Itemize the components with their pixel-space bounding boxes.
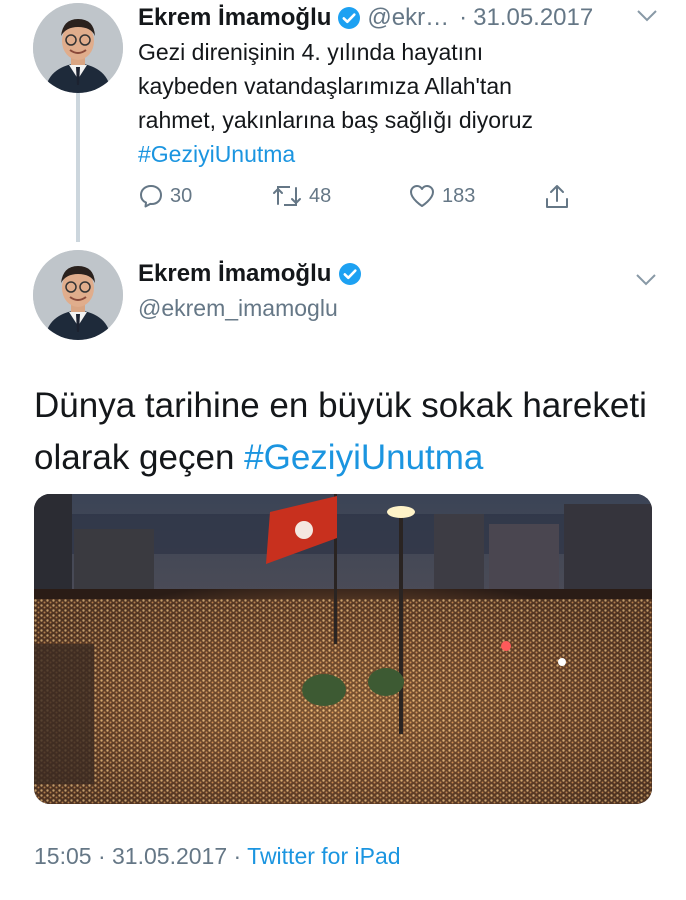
reply-count: 30 [170, 184, 193, 207]
tweet-text-line: Dünya tarihine en büyük sokak hareketi [34, 386, 647, 425]
like-count: 183 [442, 184, 476, 207]
hashtag-link[interactable]: #GeziyiUnutma [244, 438, 483, 477]
tweet-text-line: kaybeden vatandaşlarımıza Allah'tan [138, 73, 512, 99]
verified-badge-icon [337, 6, 361, 30]
verified-badge-icon [338, 262, 362, 286]
previous-tweet-text: Gezi direnişinin 4. yılında hayatını kay… [138, 35, 658, 171]
tweet-text-line: olarak geçen #GeziyiUnutma [34, 432, 664, 484]
share-icon [543, 183, 571, 211]
tweet-time[interactable]: 15:05 [34, 843, 92, 869]
chevron-down-icon[interactable] [636, 9, 658, 23]
chevron-down-icon[interactable] [635, 273, 657, 287]
avatar[interactable] [33, 250, 123, 340]
author-handle[interactable]: @ekr… [367, 4, 449, 32]
separator: · [227, 843, 248, 869]
reply-button[interactable]: 30 [138, 183, 192, 209]
like-button[interactable]: 183 [408, 183, 475, 209]
separator: · [91, 843, 113, 869]
tweet-date[interactable]: 31.05.2017 [473, 4, 593, 32]
retweet-button[interactable]: 48 [271, 183, 331, 209]
retweet-count: 48 [309, 184, 332, 207]
retweet-icon [271, 183, 303, 209]
avatar[interactable] [33, 3, 123, 93]
tweet-text-line: Gezi direnişinin 4. yılında hayatını [138, 39, 484, 65]
heart-icon [408, 183, 436, 209]
tweet-photo[interactable] [34, 494, 652, 804]
tweet-text-fragment: olarak geçen [34, 438, 245, 477]
tweet-date[interactable]: 31.05.2017 [112, 843, 227, 869]
profile-photo [33, 250, 123, 340]
author-name-row: Ekrem İmamoğlu [138, 260, 368, 288]
thread-line [76, 92, 80, 242]
crowd-photo-image [34, 494, 652, 804]
tweet-text-line: rahmet, yakınlarına baş sağlığı diyoruz [138, 107, 534, 133]
main-tweet-text: Dünya tarihine en büyük sokak hareketi o… [34, 380, 664, 484]
author-name[interactable]: Ekrem İmamoğlu [138, 260, 331, 288]
separator: · [459, 4, 468, 31]
profile-photo [33, 3, 123, 93]
author-handle[interactable]: @ekrem_imamoglu [138, 295, 338, 322]
tweet-actions: 30 48 183 [138, 183, 588, 217]
hashtag-link[interactable]: #GeziyiUnutma [138, 137, 658, 171]
author-name[interactable]: Ekrem İmamoğlu [138, 4, 331, 32]
tweet-meta: 15:05 · 31.05.2017 · Twitter for iPad [34, 843, 401, 870]
reply-icon [138, 183, 164, 209]
share-button[interactable] [543, 183, 571, 211]
source-link[interactable]: Twitter for iPad [247, 843, 400, 869]
previous-tweet-header: Ekrem İmamoğlu @ekr… · 31.05.2017 [138, 3, 668, 33]
